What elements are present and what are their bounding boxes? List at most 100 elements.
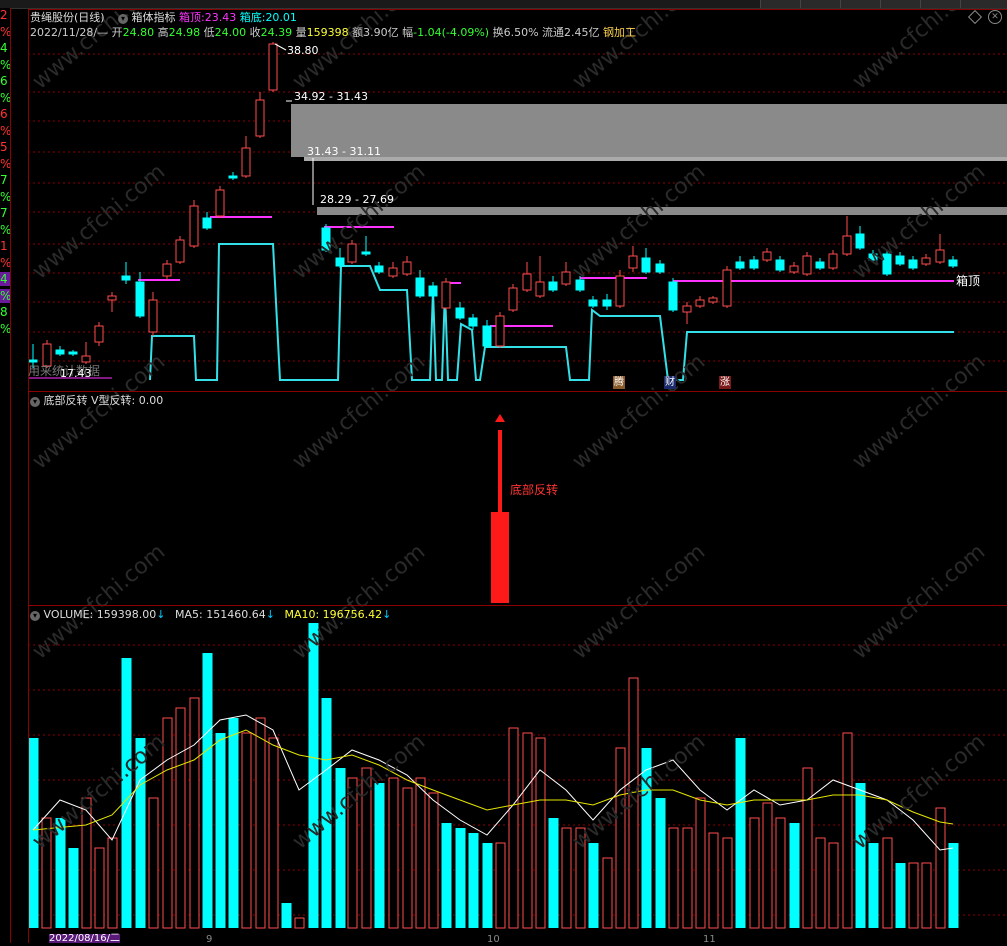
volume-value: 159398.00: [96, 608, 157, 621]
candle-body: [561, 271, 571, 285]
percent-scale-label: 4: [0, 272, 10, 286]
ma10-value: 196756.42: [322, 608, 383, 621]
gap-zone-label-3: 28.29 - 27.69: [320, 193, 394, 206]
volume-bar: [228, 718, 239, 928]
sector-tag[interactable]: 钢加工: [603, 26, 636, 39]
indicator-name: 箱体指标: [131, 11, 176, 24]
kline-chart-area[interactable]: www.cfchi.com www.cfchi.com www.cfchi.com w…: [28, 9, 1007, 943]
left-axis-line: [28, 9, 29, 943]
month-mark-10: 10: [487, 934, 500, 945]
candle-body: [722, 269, 732, 307]
toolbar-button-huaxian[interactable]: [920, 0, 961, 8]
candle-body: [921, 257, 931, 265]
volume-bar: [682, 827, 693, 929]
watermark-text: www.cfchi.com: [568, 159, 710, 284]
change-value: -1.04(-4.09%): [413, 26, 490, 39]
candle-body: [508, 287, 518, 311]
volume-bar: [548, 818, 559, 928]
candle-body: [68, 351, 78, 355]
toolbar-button-biaoji[interactable]: [960, 0, 1007, 8]
candle-body: [215, 189, 225, 217]
watermark-text: www.cfchi.com: [28, 159, 170, 284]
event-tag-cai[interactable]: 财: [664, 376, 676, 389]
candle-body: [815, 261, 825, 269]
volume-bar: [749, 817, 760, 929]
volume-bar: [708, 832, 719, 929]
signal-bar-stem: [498, 430, 502, 512]
indicator-selector[interactable]: ▾ 箱体指标 箱顶:23.43 箱底:20.01: [118, 11, 297, 24]
volume-bar: [308, 623, 319, 928]
volume-bar: [522, 732, 533, 929]
volume-bar: [468, 833, 479, 928]
percent-scale-label: 6: [0, 107, 8, 121]
candle-body: [522, 273, 532, 291]
volume-bar: [882, 837, 893, 929]
watermark-text: www.cfchi.com: [28, 539, 170, 664]
candle-body: [107, 295, 117, 301]
arrow-down-icon: ↓: [382, 608, 392, 621]
volume-bar: [374, 783, 385, 928]
candle-body: [588, 299, 598, 307]
candle-body: [148, 299, 158, 333]
volume-bar: [281, 903, 292, 928]
event-tag-teng[interactable]: 腾: [613, 376, 625, 389]
candle-body: [347, 243, 357, 263]
volume-bar: [495, 842, 506, 929]
candle-body: [482, 325, 492, 347]
v-reversal-value: 0.00: [138, 394, 164, 407]
candle-body: [948, 259, 958, 267]
candle-body: [682, 305, 692, 313]
volume-bar: [535, 737, 546, 929]
toolbar-button-tongji[interactable]: [880, 0, 921, 8]
change-label: 幅: [402, 26, 414, 39]
candle-body: [695, 299, 705, 307]
candle-body: [828, 253, 838, 269]
watermark-text: www.cfchi.com: [568, 539, 710, 664]
candle-body: [762, 251, 772, 261]
pane-separator: [28, 605, 1007, 606]
toolbar-button-duogu[interactable]: [840, 0, 881, 8]
pane-close-icon[interactable]: ✕: [988, 10, 1002, 24]
candle-body: [241, 147, 251, 177]
volume-pane-header: ▾ VOLUME: 159398.00↓ MA5: 151460.64↓ MA1…: [30, 608, 391, 621]
toolbar-button-diejia[interactable]: [800, 0, 841, 8]
pane-separator: [28, 391, 1007, 392]
volume-bar: [668, 827, 679, 929]
percent-scale-label: %: [0, 190, 10, 204]
candle-body: [162, 263, 172, 277]
watermark-text: www.cfchi.com: [568, 9, 710, 95]
volume-bar: [762, 802, 773, 929]
float-label: 流通: [542, 26, 565, 39]
volume-bar: [415, 777, 426, 929]
volume-bar: [241, 732, 252, 929]
period-toolbar: [0, 0, 1007, 9]
toolbar-button-fuquan[interactable]: [760, 0, 801, 8]
candle-body: [935, 249, 945, 263]
chevron-down-icon[interactable]: ▾: [118, 14, 128, 24]
candle-body: [135, 281, 145, 317]
volume-bar: [735, 738, 746, 928]
box-top-label: 箱顶:: [179, 11, 205, 24]
volume-bar: [121, 658, 132, 928]
volume-bar: [815, 837, 826, 929]
volume-bar: [294, 917, 305, 929]
candle-body: [628, 255, 638, 269]
month-mark-11: 11: [703, 934, 716, 945]
volume-bar: [455, 828, 466, 928]
candle-body: [668, 281, 678, 311]
volume-bar: [402, 787, 413, 929]
ma5-label: MA5:: [175, 608, 203, 621]
percent-scale-label: 2: [0, 8, 8, 22]
volume-bar: [561, 827, 572, 929]
event-tag-zhang[interactable]: 涨: [719, 376, 731, 389]
percent-scale-label: %: [0, 288, 10, 303]
volume-bar: [255, 717, 266, 929]
chevron-down-icon[interactable]: ▾: [30, 397, 40, 407]
watermark-text: www.cfchi.com: [288, 349, 430, 474]
candle-body: [55, 349, 65, 355]
candle-body: [202, 217, 212, 229]
volume-bar: [388, 777, 399, 929]
candle-body: [402, 261, 412, 275]
candle-body: [802, 255, 812, 275]
chevron-down-icon[interactable]: ▾: [30, 611, 40, 621]
